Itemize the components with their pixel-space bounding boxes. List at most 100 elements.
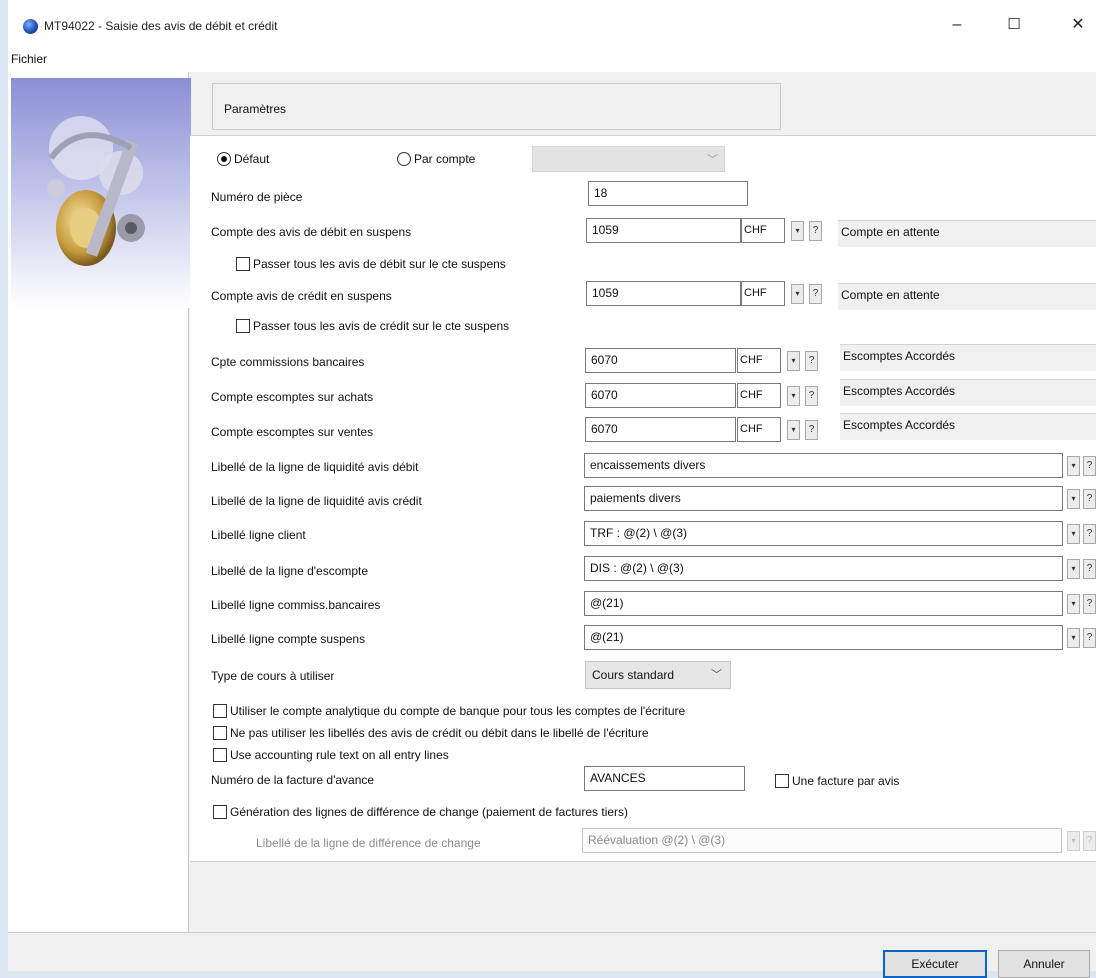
compte-credit-help-button[interactable]: ? — [809, 284, 822, 304]
passer-debit-checkbox[interactable] — [236, 257, 250, 271]
numero-facture-avance-label: Numéro de la facture d'avance — [211, 773, 375, 787]
radio-par-compte[interactable] — [397, 152, 411, 166]
chevron-down-icon: ﹀ — [711, 669, 722, 681]
escomptes-achats-spin-button[interactable]: ▾ — [787, 386, 800, 406]
compte-credit-input[interactable]: 1059 — [586, 281, 741, 306]
menu-bar: Fichier — [8, 46, 1096, 72]
numero-facture-avance-input[interactable]: AVANCES — [584, 766, 745, 791]
libelle-suspens-label: Libellé ligne compte suspens — [211, 632, 366, 646]
libelle-escompte-help-button[interactable]: ? — [1083, 559, 1096, 579]
escomptes-ventes-input[interactable]: 6070 — [585, 417, 736, 442]
compte-debit-label: Compte des avis de débit en suspens — [211, 225, 412, 239]
executer-button[interactable]: Exécuter — [883, 950, 987, 978]
libelle-liquidite-debit-input[interactable]: encaissements divers — [584, 453, 1063, 478]
left-panel — [8, 72, 191, 932]
type-cours-label: Type de cours à utiliser — [211, 669, 335, 683]
escomptes-ventes-spin-button[interactable]: ▾ — [787, 420, 800, 440]
une-facture-checkbox[interactable] — [775, 774, 789, 788]
cpte-commissions-currency[interactable]: CHF — [737, 348, 781, 373]
minimize-button[interactable]: – — [937, 10, 977, 40]
type-cours-select[interactable]: Cours standard ﹀ — [585, 661, 731, 689]
chevron-down-icon: ﹀ — [707, 154, 718, 166]
app-icon — [23, 19, 38, 34]
libelle-liquidite-credit-help-button[interactable]: ? — [1083, 489, 1096, 509]
escomptes-ventes-label: Compte escomptes sur ventes — [211, 425, 374, 439]
menu-fichier[interactable]: Fichier — [11, 52, 47, 66]
compte-debit-help-button[interactable]: ? — [809, 221, 822, 241]
close-button[interactable]: ✕ — [1058, 10, 1096, 40]
cpte-commissions-spin-button[interactable]: ▾ — [787, 351, 800, 371]
window-title: MT94022 - Saisie des avis de débit et cr… — [44, 19, 278, 33]
type-cours-value: Cours standard — [592, 668, 675, 682]
passer-debit-label: Passer tous les avis de débit sur le cte… — [253, 257, 506, 271]
escomptes-achats-input[interactable]: 6070 — [585, 383, 736, 408]
libelle-liquidite-credit-input[interactable]: paiements divers — [584, 486, 1063, 511]
libelle-diff-change-help-button[interactable]: ? — [1083, 831, 1096, 851]
libelle-client-spin-button[interactable]: ▾ — [1067, 524, 1080, 544]
escomptes-achats-help-button[interactable]: ? — [805, 386, 818, 406]
numero-piece-label: Numéro de pièce — [211, 190, 303, 204]
annuler-button[interactable]: Annuler — [998, 950, 1090, 978]
une-facture-label: Une facture par avis — [792, 774, 900, 788]
libelle-liquidite-debit-label: Libellé de la ligne de liquidité avis dé… — [211, 460, 419, 474]
escomptes-ventes-help-button[interactable]: ? — [805, 420, 818, 440]
libelle-commiss-label: Libellé ligne commiss.bancaires — [211, 598, 381, 612]
libelle-diff-change-label: Libellé de la ligne de différence de cha… — [256, 836, 481, 850]
utiliser-analytique-label: Utiliser le compte analytique du compte … — [230, 704, 686, 718]
radio-defaut[interactable] — [217, 152, 231, 166]
cpte-commissions-input[interactable]: 6070 — [585, 348, 736, 373]
maximize-button[interactable]: ☐ — [994, 10, 1034, 40]
libelle-escompte-spin-button[interactable]: ▾ — [1067, 559, 1080, 579]
libelle-commiss-input[interactable]: @(21) — [584, 591, 1063, 616]
generation-diff-label: Génération des lignes de différence de c… — [230, 805, 629, 819]
compte-credit-spin-button[interactable]: ▾ — [791, 284, 804, 304]
par-compte-select[interactable]: ﹀ — [532, 146, 725, 172]
numero-piece-input[interactable]: 18 — [588, 181, 748, 206]
compte-credit-currency[interactable]: CHF — [741, 281, 785, 306]
parameters-panel: Paramètres — [212, 83, 781, 130]
libelle-client-input[interactable]: TRF : @(2) \ @(3) — [584, 521, 1063, 546]
libelle-liquidite-credit-label: Libellé de la ligne de liquidité avis cr… — [211, 494, 422, 508]
libelle-diff-change-spin-button[interactable]: ▾ — [1067, 831, 1080, 851]
generation-diff-checkbox[interactable] — [213, 805, 227, 819]
libelle-escompte-input[interactable]: DIS : @(2) \ @(3) — [584, 556, 1063, 581]
application-window: MT94022 - Saisie des avis de débit et cr… — [8, 0, 1096, 978]
compte-credit-label: Compte avis de crédit en suspens — [211, 289, 392, 303]
ne-pas-utiliser-label: Ne pas utiliser les libellés des avis de… — [230, 726, 649, 740]
cpte-commissions-label: Cpte commissions bancaires — [211, 355, 365, 369]
bottom-bar: Exécuter Annuler — [8, 932, 1096, 978]
compte-debit-input[interactable]: 1059 — [586, 218, 741, 243]
libelle-escompte-label: Libellé de la ligne d'escompte — [211, 564, 369, 578]
escomptes-achats-description: Escomptes Accordés — [840, 379, 1096, 406]
ne-pas-utiliser-checkbox[interactable] — [213, 726, 227, 740]
libelle-commiss-spin-button[interactable]: ▾ — [1067, 594, 1080, 614]
libelle-suspens-spin-button[interactable]: ▾ — [1067, 628, 1080, 648]
escomptes-ventes-description: Escomptes Accordés — [840, 413, 1096, 440]
title-bar: MT94022 - Saisie des avis de débit et cr… — [8, 0, 1096, 46]
parameters-title: Paramètres — [224, 102, 287, 116]
cpte-commissions-description: Escomptes Accordés — [840, 344, 1096, 371]
compte-credit-description: Compte en attente — [838, 283, 1096, 310]
use-accounting-label: Use accounting rule text on all entry li… — [230, 748, 449, 762]
libelle-diff-change-input[interactable]: Réévaluation @(2) \ @(3) — [582, 828, 1062, 853]
libelle-commiss-help-button[interactable]: ? — [1083, 594, 1096, 614]
escomptes-ventes-currency[interactable]: CHF — [737, 417, 781, 442]
escomptes-achats-label: Compte escomptes sur achats — [211, 390, 374, 404]
libelle-liquidite-debit-help-button[interactable]: ? — [1083, 456, 1096, 476]
compte-debit-spin-button[interactable]: ▾ — [791, 221, 804, 241]
libelle-client-label: Libellé ligne client — [211, 528, 306, 542]
radio-par-compte-label: Par compte — [414, 152, 476, 166]
libelle-liquidite-debit-spin-button[interactable]: ▾ — [1067, 456, 1080, 476]
parameters-form: Défaut Par compte ﹀ Numéro de pièce 18 C… — [190, 135, 1096, 862]
libelle-suspens-input[interactable]: @(21) — [584, 625, 1063, 650]
utiliser-analytique-checkbox[interactable] — [213, 704, 227, 718]
use-accounting-checkbox[interactable] — [213, 748, 227, 762]
escomptes-achats-currency[interactable]: CHF — [737, 383, 781, 408]
passer-credit-checkbox[interactable] — [236, 319, 250, 333]
libelle-suspens-help-button[interactable]: ? — [1083, 628, 1096, 648]
compte-debit-description: Compte en attente — [838, 220, 1096, 247]
compte-debit-currency[interactable]: CHF — [741, 218, 785, 243]
libelle-client-help-button[interactable]: ? — [1083, 524, 1096, 544]
cpte-commissions-help-button[interactable]: ? — [805, 351, 818, 371]
libelle-liquidite-credit-spin-button[interactable]: ▾ — [1067, 489, 1080, 509]
